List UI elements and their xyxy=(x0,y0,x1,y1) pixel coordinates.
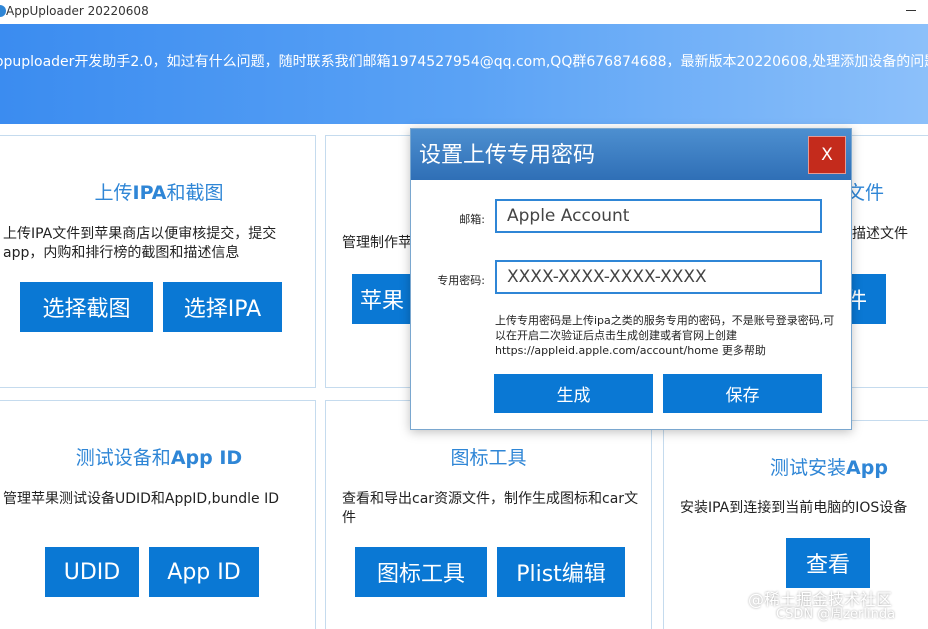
watermark-csdn: CSDN @周zerlinda xyxy=(776,607,896,622)
help-text: 上传专用密码是上传ipa之类的服务专用的密码，不是账号登录密码,可以在开启二次验… xyxy=(495,314,835,357)
card-test-install-desc: 安装IPA到连接到当前电脑的IOS设备 xyxy=(680,500,908,516)
card-profile-title: 文件 xyxy=(846,182,885,204)
card-icon-tools: 图标工具 查看和导出car资源文件，制作生成图标和car文件 图标工具 Plis… xyxy=(325,400,652,629)
card-icon-tools-title: 图标工具 xyxy=(450,447,527,469)
view-button[interactable]: 查看 xyxy=(786,538,870,588)
certificate-button[interactable]: 苹果 xyxy=(352,274,412,324)
card-profile-desc: 描述文件 xyxy=(852,226,908,242)
card-devices: 测试设备和App ID 管理苹果测试设备UDID和AppID,bundle ID… xyxy=(0,400,316,629)
password-label: 专用密码: xyxy=(437,274,485,287)
card-devices-title: 测试设备和App ID xyxy=(75,447,243,469)
close-icon: X xyxy=(821,145,833,165)
save-button[interactable]: 保存 xyxy=(663,374,822,413)
card-upload-ipa-desc: 上传IPA文件到苹果商店以便审核提交，提交app，内购和排行榜的截图和描述信息 xyxy=(3,226,277,261)
icon-tool-button[interactable]: 图标工具 xyxy=(355,547,487,597)
app-window: AppUploader 20220608 appuploader开发助手2.0，… xyxy=(0,0,928,629)
select-ipa-button[interactable]: 选择IPA xyxy=(163,282,282,332)
app-id-button[interactable]: App ID xyxy=(149,547,259,597)
card-test-install-title: 测试安装App xyxy=(770,457,888,479)
card-icon-tools-desc: 查看和导出car资源文件，制作生成图标和car文件 xyxy=(342,491,639,526)
email-label: 邮箱: xyxy=(459,213,485,226)
title-bar: AppUploader 20220608 xyxy=(0,0,928,24)
udid-button[interactable]: UDID xyxy=(45,547,139,597)
upload-password-dialog: 设置上传专用密码 X 邮箱: 专用密码: 上传专用密码是上传ipa之类的服务专用… xyxy=(410,128,852,430)
plist-editor-button[interactable]: Plist编辑 xyxy=(497,547,625,597)
notice-banner: appuploader开发助手2.0，如过有什么问题，随时联系我们邮箱19745… xyxy=(0,24,928,124)
minimize-icon[interactable] xyxy=(906,10,916,11)
dialog-header: 设置上传专用密码 X xyxy=(411,129,851,180)
close-button[interactable]: X xyxy=(808,136,846,174)
card-upload-ipa-title: 上传IPA和截图 xyxy=(94,182,224,204)
dialog-title: 设置上传专用密码 xyxy=(419,143,596,168)
notice-text: appuploader开发助手2.0，如过有什么问题，随时联系我们邮箱19745… xyxy=(0,54,928,70)
card-upload-ipa: 上传IPA和截图 上传IPA文件到苹果商店以便审核提交，提交app，内购和排行榜… xyxy=(0,135,316,388)
card-devices-desc: 管理苹果测试设备UDID和AppID,bundle ID xyxy=(3,491,280,507)
select-screenshot-button[interactable]: 选择截图 xyxy=(20,282,153,332)
app-password-field[interactable] xyxy=(495,260,822,294)
generate-button[interactable]: 生成 xyxy=(494,374,653,413)
email-field[interactable] xyxy=(495,199,822,233)
window-title: AppUploader 20220608 xyxy=(6,4,149,18)
